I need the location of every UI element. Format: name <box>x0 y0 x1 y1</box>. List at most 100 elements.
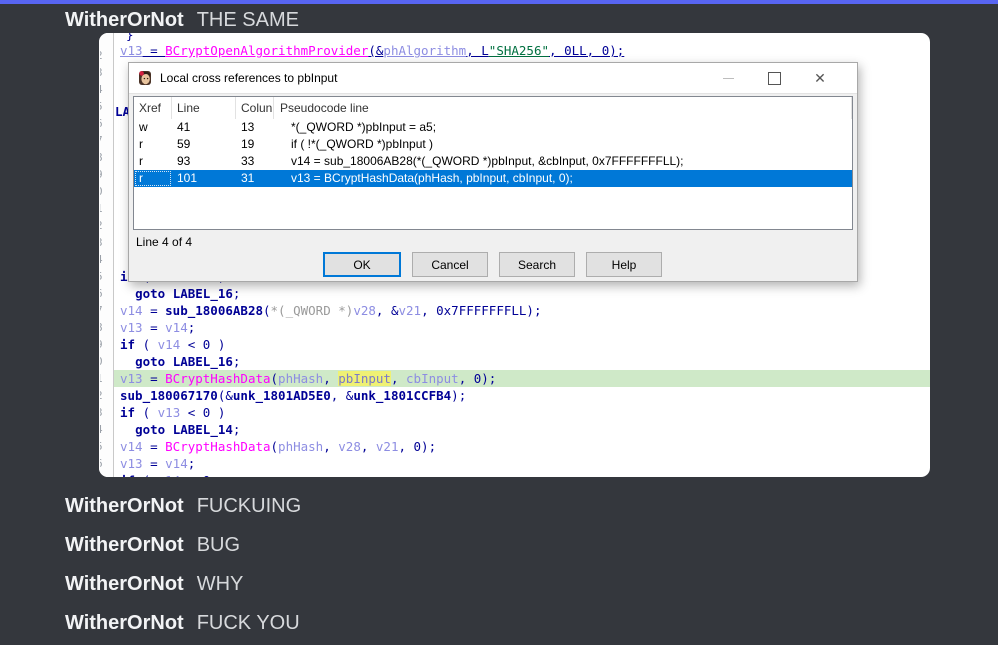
code-token: *(_QWORD *) <box>271 303 354 318</box>
message-username[interactable]: WitherOrNot <box>65 534 184 556</box>
xref-table-row[interactable]: r9333v14 = sub_18006AB28(*(_QWORD *)pbIn… <box>134 153 852 170</box>
chat-message: WitherOrNotBUG <box>65 532 240 558</box>
code-token: phHash <box>278 439 323 454</box>
line-number: 1 <box>100 200 112 217</box>
code-token: = <box>143 303 166 318</box>
code-token <box>120 422 135 437</box>
code-token: if <box>120 473 135 477</box>
code-token: = <box>143 439 166 454</box>
discord-chat-screen: WitherOrNotTHE SAMEWitherOrNotFUCKUINGWi… <box>0 0 998 645</box>
code-token: unk_1801CCFB4 <box>353 388 451 403</box>
code-token: sub_18006AB28 <box>165 303 263 318</box>
code-token <box>120 286 135 301</box>
line-number: 6 <box>100 455 112 472</box>
line-number: 0 <box>100 183 112 200</box>
line-number: 6 <box>100 115 112 132</box>
table-cell: 13 <box>236 119 274 136</box>
code-token: v21 <box>376 439 399 454</box>
table-cell: w <box>134 119 172 136</box>
code-token: , <box>391 371 406 386</box>
minimize-button[interactable] <box>705 65 751 91</box>
help-button[interactable]: Help <box>586 252 662 277</box>
code-screenshot-attachment[interactable]: 23456789012345678901234567 } v13 = BCryp… <box>99 33 930 477</box>
code-token: , <box>361 439 376 454</box>
line-number: 2 <box>100 387 112 404</box>
code-token <box>165 422 173 437</box>
code-token: ; <box>233 422 241 437</box>
line-number: 4 <box>100 81 112 98</box>
code-token: ( <box>271 371 279 386</box>
code-token: , 0); <box>398 439 436 454</box>
code-token: v13 <box>120 456 143 471</box>
minimize-icon <box>723 78 734 79</box>
code-token: < 0 ) <box>180 337 225 352</box>
code-token: , 0x7FFFFFFFLL); <box>421 303 541 318</box>
code-token: LABEL_16 <box>173 354 233 369</box>
code-token <box>165 354 173 369</box>
maximize-button[interactable] <box>751 65 797 91</box>
table-cell: 19 <box>236 136 274 153</box>
line-number: 8 <box>100 149 112 166</box>
close-icon: ✕ <box>814 71 826 85</box>
code-token: goto <box>135 422 165 437</box>
code-token: , <box>323 371 338 386</box>
message-username[interactable]: WitherOrNot <box>65 612 184 634</box>
code-token: v13 <box>120 371 143 386</box>
code-token: , & <box>376 303 399 318</box>
table-cell: 41 <box>172 119 236 136</box>
column-header[interactable]: Line <box>172 97 236 119</box>
column-header[interactable]: Colun <box>236 97 274 119</box>
xref-table-row[interactable]: r10131v13 = BCryptHashData(phHash, pbInp… <box>134 170 852 187</box>
code-token: LABEL_16 <box>173 286 233 301</box>
pseudocode-line: if ( v14 < 0 ) <box>114 336 930 353</box>
line-number: 2 <box>100 217 112 234</box>
code-token: = <box>143 371 166 386</box>
message-username[interactable]: WitherOrNot <box>65 573 184 595</box>
code-token: phHash <box>278 371 323 386</box>
line-number-gutter: 23456789012345678901234567 <box>99 33 114 477</box>
message-username[interactable]: WitherOrNot <box>65 495 184 517</box>
code-token: BCryptHashData <box>165 439 270 454</box>
code-token <box>120 354 135 369</box>
dialog-titlebar[interactable]: Local cross references to pbInput ✕ <box>129 63 857 94</box>
code-token <box>165 286 173 301</box>
pseudocode-line: sub_180067170(&unk_1801AD5E0, &unk_1801C… <box>114 387 930 404</box>
line-number: 7 <box>100 472 112 477</box>
column-header[interactable]: Pseudocode line <box>274 97 852 119</box>
code-token: ( <box>135 473 158 477</box>
code-token: ( <box>135 337 158 352</box>
code-token: v28 <box>353 303 376 318</box>
code-token: (& <box>218 388 233 403</box>
code-token: goto <box>135 286 165 301</box>
code-token: goto <box>135 354 165 369</box>
search-button[interactable]: Search <box>499 252 575 277</box>
pseudocode-line-current: v13 = BCryptOpenAlgorithmProvider(&phAlg… <box>114 42 930 59</box>
code-token: ( <box>271 439 279 454</box>
cancel-button[interactable]: Cancel <box>412 252 488 277</box>
code-token: v14 <box>120 439 143 454</box>
table-cell: r <box>134 170 172 187</box>
line-number: 9 <box>100 336 112 353</box>
message-username[interactable]: WitherOrNot <box>65 9 184 31</box>
line-number: 1 <box>100 370 112 387</box>
column-header[interactable]: Xref <box>134 97 172 119</box>
code-token: , 0); <box>459 371 497 386</box>
code-token: ( <box>135 405 158 420</box>
close-button[interactable]: ✕ <box>797 65 843 91</box>
line-number: 4 <box>100 251 112 268</box>
line-number: 3 <box>100 404 112 421</box>
table-cell: 31 <box>236 170 274 187</box>
code-token: < 0 <box>180 473 210 477</box>
xref-table-row[interactable]: w4113*(_QWORD *)pbInput = a5; <box>134 119 852 136</box>
code-token: , L <box>466 43 489 58</box>
code-token: cbInput <box>406 371 459 386</box>
window-controls: ✕ <box>705 65 843 91</box>
code-token: v14 <box>158 473 181 477</box>
code-token: ); <box>451 388 466 403</box>
code-token: ; <box>233 354 241 369</box>
ok-button[interactable]: OK <box>323 252 401 277</box>
line-number: 4 <box>100 421 112 438</box>
xref-table: XrefLineColunPseudocode line w4113*(_QWO… <box>133 96 853 230</box>
xref-table-row[interactable]: r5919if ( !*(_QWORD *)pbInput ) <box>134 136 852 153</box>
line-number: 5 <box>100 98 112 115</box>
